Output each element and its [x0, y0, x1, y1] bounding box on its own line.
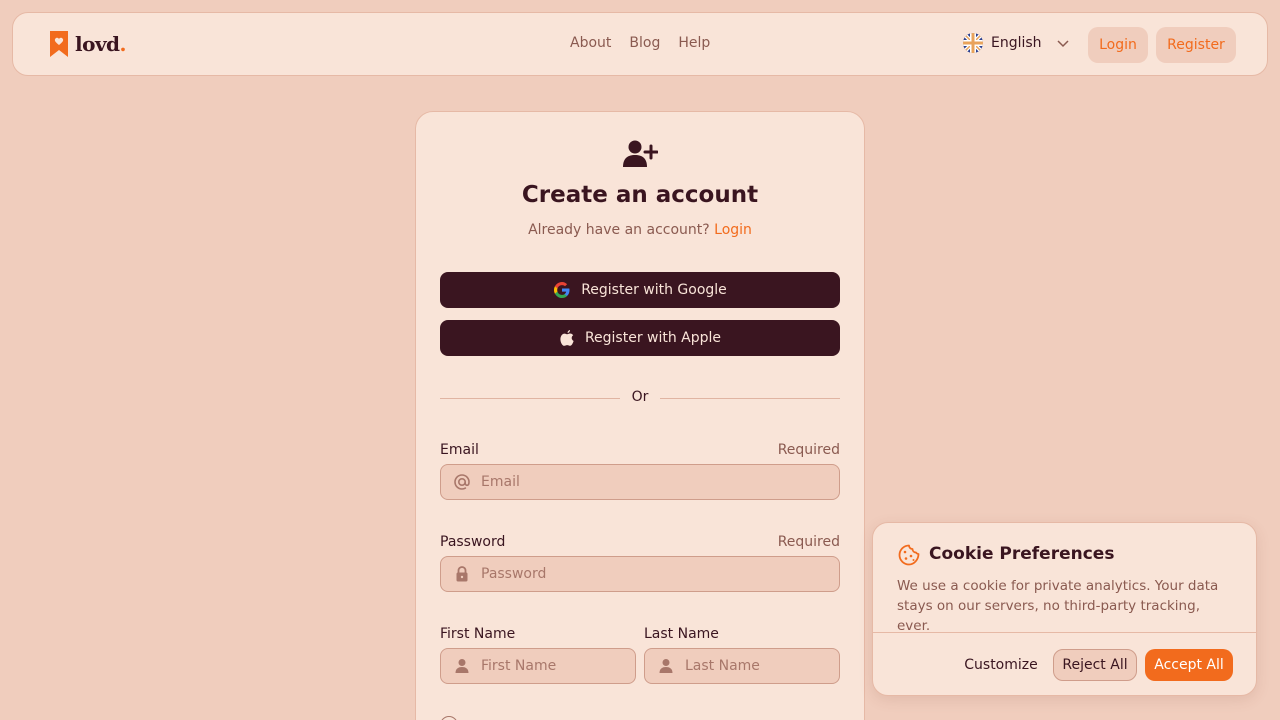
password-required-label: Required	[777, 534, 840, 550]
last-name-field-wrapper	[644, 648, 840, 684]
uk-flag-icon	[963, 33, 983, 53]
language-selector[interactable]: English	[963, 33, 1070, 53]
email-label: Email	[440, 442, 479, 458]
user-icon	[455, 659, 469, 673]
cookie-accept-all-button[interactable]: Accept All	[1145, 649, 1233, 681]
header-login-button[interactable]: Login	[1088, 27, 1148, 63]
google-icon	[554, 282, 570, 298]
header-register-button[interactable]: Register	[1156, 27, 1236, 63]
divider-text: Or	[631, 389, 649, 405]
page-title: Create an account	[521, 182, 759, 208]
language-label: English	[991, 35, 1042, 51]
first-name-input[interactable]	[481, 658, 635, 674]
apple-icon	[560, 330, 574, 346]
password-field-wrapper	[440, 556, 840, 592]
top-navbar: lovd. About Blog Help English Login Regi…	[12, 12, 1268, 76]
email-field-wrapper	[440, 464, 840, 500]
register-card: Create an account Already have an accoun…	[415, 111, 865, 720]
logo[interactable]: lovd.	[49, 30, 127, 58]
or-divider: Or	[440, 389, 840, 407]
cookie-icon	[898, 544, 920, 566]
logo-bookmark-heart-icon	[50, 31, 68, 57]
register-apple-label: Register with Apple	[584, 330, 722, 346]
login-prompt: Already have an account? Login	[416, 222, 864, 238]
cookie-title: Cookie Preferences	[929, 544, 1115, 564]
logo-text: lovd.	[75, 32, 127, 56]
cookie-divider	[873, 632, 1256, 633]
email-required-label: Required	[777, 442, 840, 458]
cookie-customize-button[interactable]: Customize	[959, 649, 1043, 681]
cookie-preferences-panel: Cookie Preferences We use a cookie for p…	[872, 522, 1257, 696]
main-nav: About Blog Help	[570, 35, 710, 51]
register-google-button[interactable]: Register with Google	[440, 272, 840, 308]
login-link[interactable]: Login	[714, 222, 752, 238]
user-plus-icon	[623, 140, 658, 167]
lock-icon	[456, 566, 468, 582]
nav-help-link[interactable]: Help	[678, 35, 710, 51]
nav-blog-link[interactable]: Blog	[629, 35, 660, 51]
cookie-description: We use a cookie for private analytics. Y…	[897, 578, 1219, 634]
chevron-down-icon	[1057, 40, 1069, 48]
register-google-label: Register with Google	[581, 282, 727, 298]
nav-about-link[interactable]: About	[570, 35, 611, 51]
user-icon	[659, 659, 673, 673]
cookie-reject-all-button[interactable]: Reject All	[1053, 649, 1137, 681]
last-name-input[interactable]	[685, 658, 839, 674]
last-name-label: Last Name	[644, 626, 719, 642]
terms-checkbox[interactable]	[440, 716, 458, 720]
email-input[interactable]	[481, 474, 839, 490]
register-apple-button[interactable]: Register with Apple	[440, 320, 840, 356]
at-sign-icon	[454, 474, 470, 490]
first-name-label: First Name	[440, 626, 516, 642]
login-prompt-text: Already have an account?	[528, 222, 710, 238]
password-label: Password	[440, 534, 506, 550]
password-input[interactable]	[481, 566, 839, 582]
first-name-field-wrapper	[440, 648, 636, 684]
